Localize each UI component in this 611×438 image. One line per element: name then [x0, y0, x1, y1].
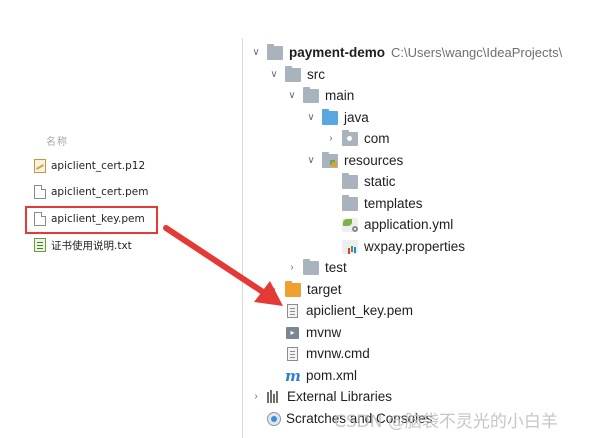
- tree-item-label: mvnw: [306, 325, 342, 340]
- tree-item-wxpay-properties[interactable]: wxpay.properties: [342, 236, 465, 257]
- tree-item-src[interactable]: ∨ src: [267, 64, 325, 85]
- watermark: CSDN @脑袋不灵光的小白羊: [334, 412, 558, 432]
- chevron-down-icon[interactable]: ∨: [304, 154, 318, 168]
- certificate-icon: [34, 159, 46, 173]
- project-path: C:\Users\wangc\IdeaProjects\: [391, 45, 563, 60]
- tree-item-project-root[interactable]: ∨ payment-demo C:\Users\wangc\IdeaProjec…: [249, 42, 562, 63]
- tree-item-label: mvnw.cmd: [306, 346, 370, 361]
- project-name: payment-demo: [289, 45, 386, 60]
- tree-item-mvnw-cmd[interactable]: mvnw.cmd: [285, 343, 370, 364]
- chevron-right-icon[interactable]: ›: [324, 132, 338, 146]
- tree-item-apiclient-key[interactable]: apiclient_key.pem: [285, 300, 413, 321]
- tree-item-resources[interactable]: ∨ resources: [304, 150, 403, 171]
- folder-icon: [285, 65, 301, 82]
- chevron-down-icon[interactable]: ∨: [267, 68, 281, 82]
- module-folder-icon: [267, 43, 283, 60]
- tree-item-label: templates: [364, 196, 423, 211]
- tree-item-test[interactable]: › test: [285, 257, 347, 278]
- file-item-certificate-readme[interactable]: 证书使用说明.txt: [34, 236, 132, 254]
- text-file-icon: [287, 346, 298, 361]
- chevron-down-icon[interactable]: ∨: [285, 89, 299, 103]
- spring-config-icon: [342, 217, 358, 232]
- tree-item-templates[interactable]: templates: [342, 193, 423, 214]
- folder-icon: [342, 194, 358, 211]
- folder-icon: [342, 172, 358, 189]
- text-file-icon: [287, 303, 298, 318]
- source-folder-icon: [322, 108, 338, 125]
- tree-item-label: application.yml: [364, 217, 454, 232]
- chevron-down-icon[interactable]: ∨: [304, 111, 318, 125]
- file-item-apiclient-cert-pem[interactable]: apiclient_cert.pem: [34, 183, 148, 201]
- project-tree: ∨ payment-demo C:\Users\wangc\IdeaProjec…: [242, 38, 611, 438]
- tree-item-label: wxpay.properties: [364, 239, 466, 254]
- tree-item-static[interactable]: static: [342, 171, 396, 192]
- file-explorer: 名称 apiclient_cert.p12 apiclient_cert.pem…: [0, 0, 240, 438]
- file-name: 证书使用说明.txt: [51, 239, 132, 252]
- file-name: apiclient_cert.p12: [51, 160, 146, 172]
- tree-item-label: pom.xml: [306, 368, 358, 383]
- tree-item-target[interactable]: › target: [267, 279, 342, 300]
- excluded-folder-icon: [285, 280, 301, 297]
- tree-item-label: apiclient_key.pem: [306, 303, 414, 318]
- tree-item-pom-xml[interactable]: m pom.xml: [285, 365, 357, 386]
- chevron-right-icon[interactable]: ›: [249, 390, 263, 404]
- tree-item-label: test: [325, 260, 347, 275]
- tree-item-application-yml[interactable]: application.yml: [342, 214, 453, 235]
- properties-file-icon: [342, 239, 358, 254]
- text-file-icon: [34, 238, 46, 252]
- chevron-down-icon[interactable]: ∨: [249, 46, 263, 60]
- tree-item-label: src: [307, 67, 325, 82]
- tree-item-java[interactable]: ∨ java: [304, 107, 369, 128]
- tree-item-label: resources: [344, 153, 404, 168]
- file-item-apiclient-cert-p12[interactable]: apiclient_cert.p12: [34, 157, 145, 175]
- tree-item-label: target: [307, 282, 342, 297]
- tree-item-label: main: [325, 88, 355, 103]
- tree-item-com[interactable]: › com: [324, 128, 390, 149]
- tree-item-main[interactable]: ∨ main: [285, 85, 354, 106]
- tree-item-label: com: [364, 131, 390, 146]
- package-icon: [342, 129, 358, 146]
- file-name: apiclient_cert.pem: [51, 186, 149, 198]
- folder-icon: [303, 86, 319, 103]
- tree-item-label: External Libraries: [287, 389, 393, 404]
- library-icon: [267, 390, 281, 403]
- folder-icon: [303, 258, 319, 275]
- tree-item-mvnw[interactable]: ▸ mvnw: [285, 322, 341, 343]
- shell-script-icon: ▸: [286, 326, 299, 339]
- column-header-name[interactable]: 名称: [46, 133, 68, 148]
- chevron-right-icon[interactable]: ›: [267, 283, 281, 297]
- document-icon: [34, 185, 46, 199]
- scratches-icon: [267, 411, 281, 426]
- chevron-right-icon[interactable]: ›: [285, 261, 299, 275]
- tree-item-label: java: [344, 110, 369, 125]
- tree-item-label: static: [364, 174, 396, 189]
- highlight-box: [25, 206, 158, 234]
- maven-icon: m: [285, 366, 301, 385]
- tree-item-external-libraries[interactable]: › External Libraries: [249, 386, 392, 407]
- resources-folder-icon: [322, 151, 338, 168]
